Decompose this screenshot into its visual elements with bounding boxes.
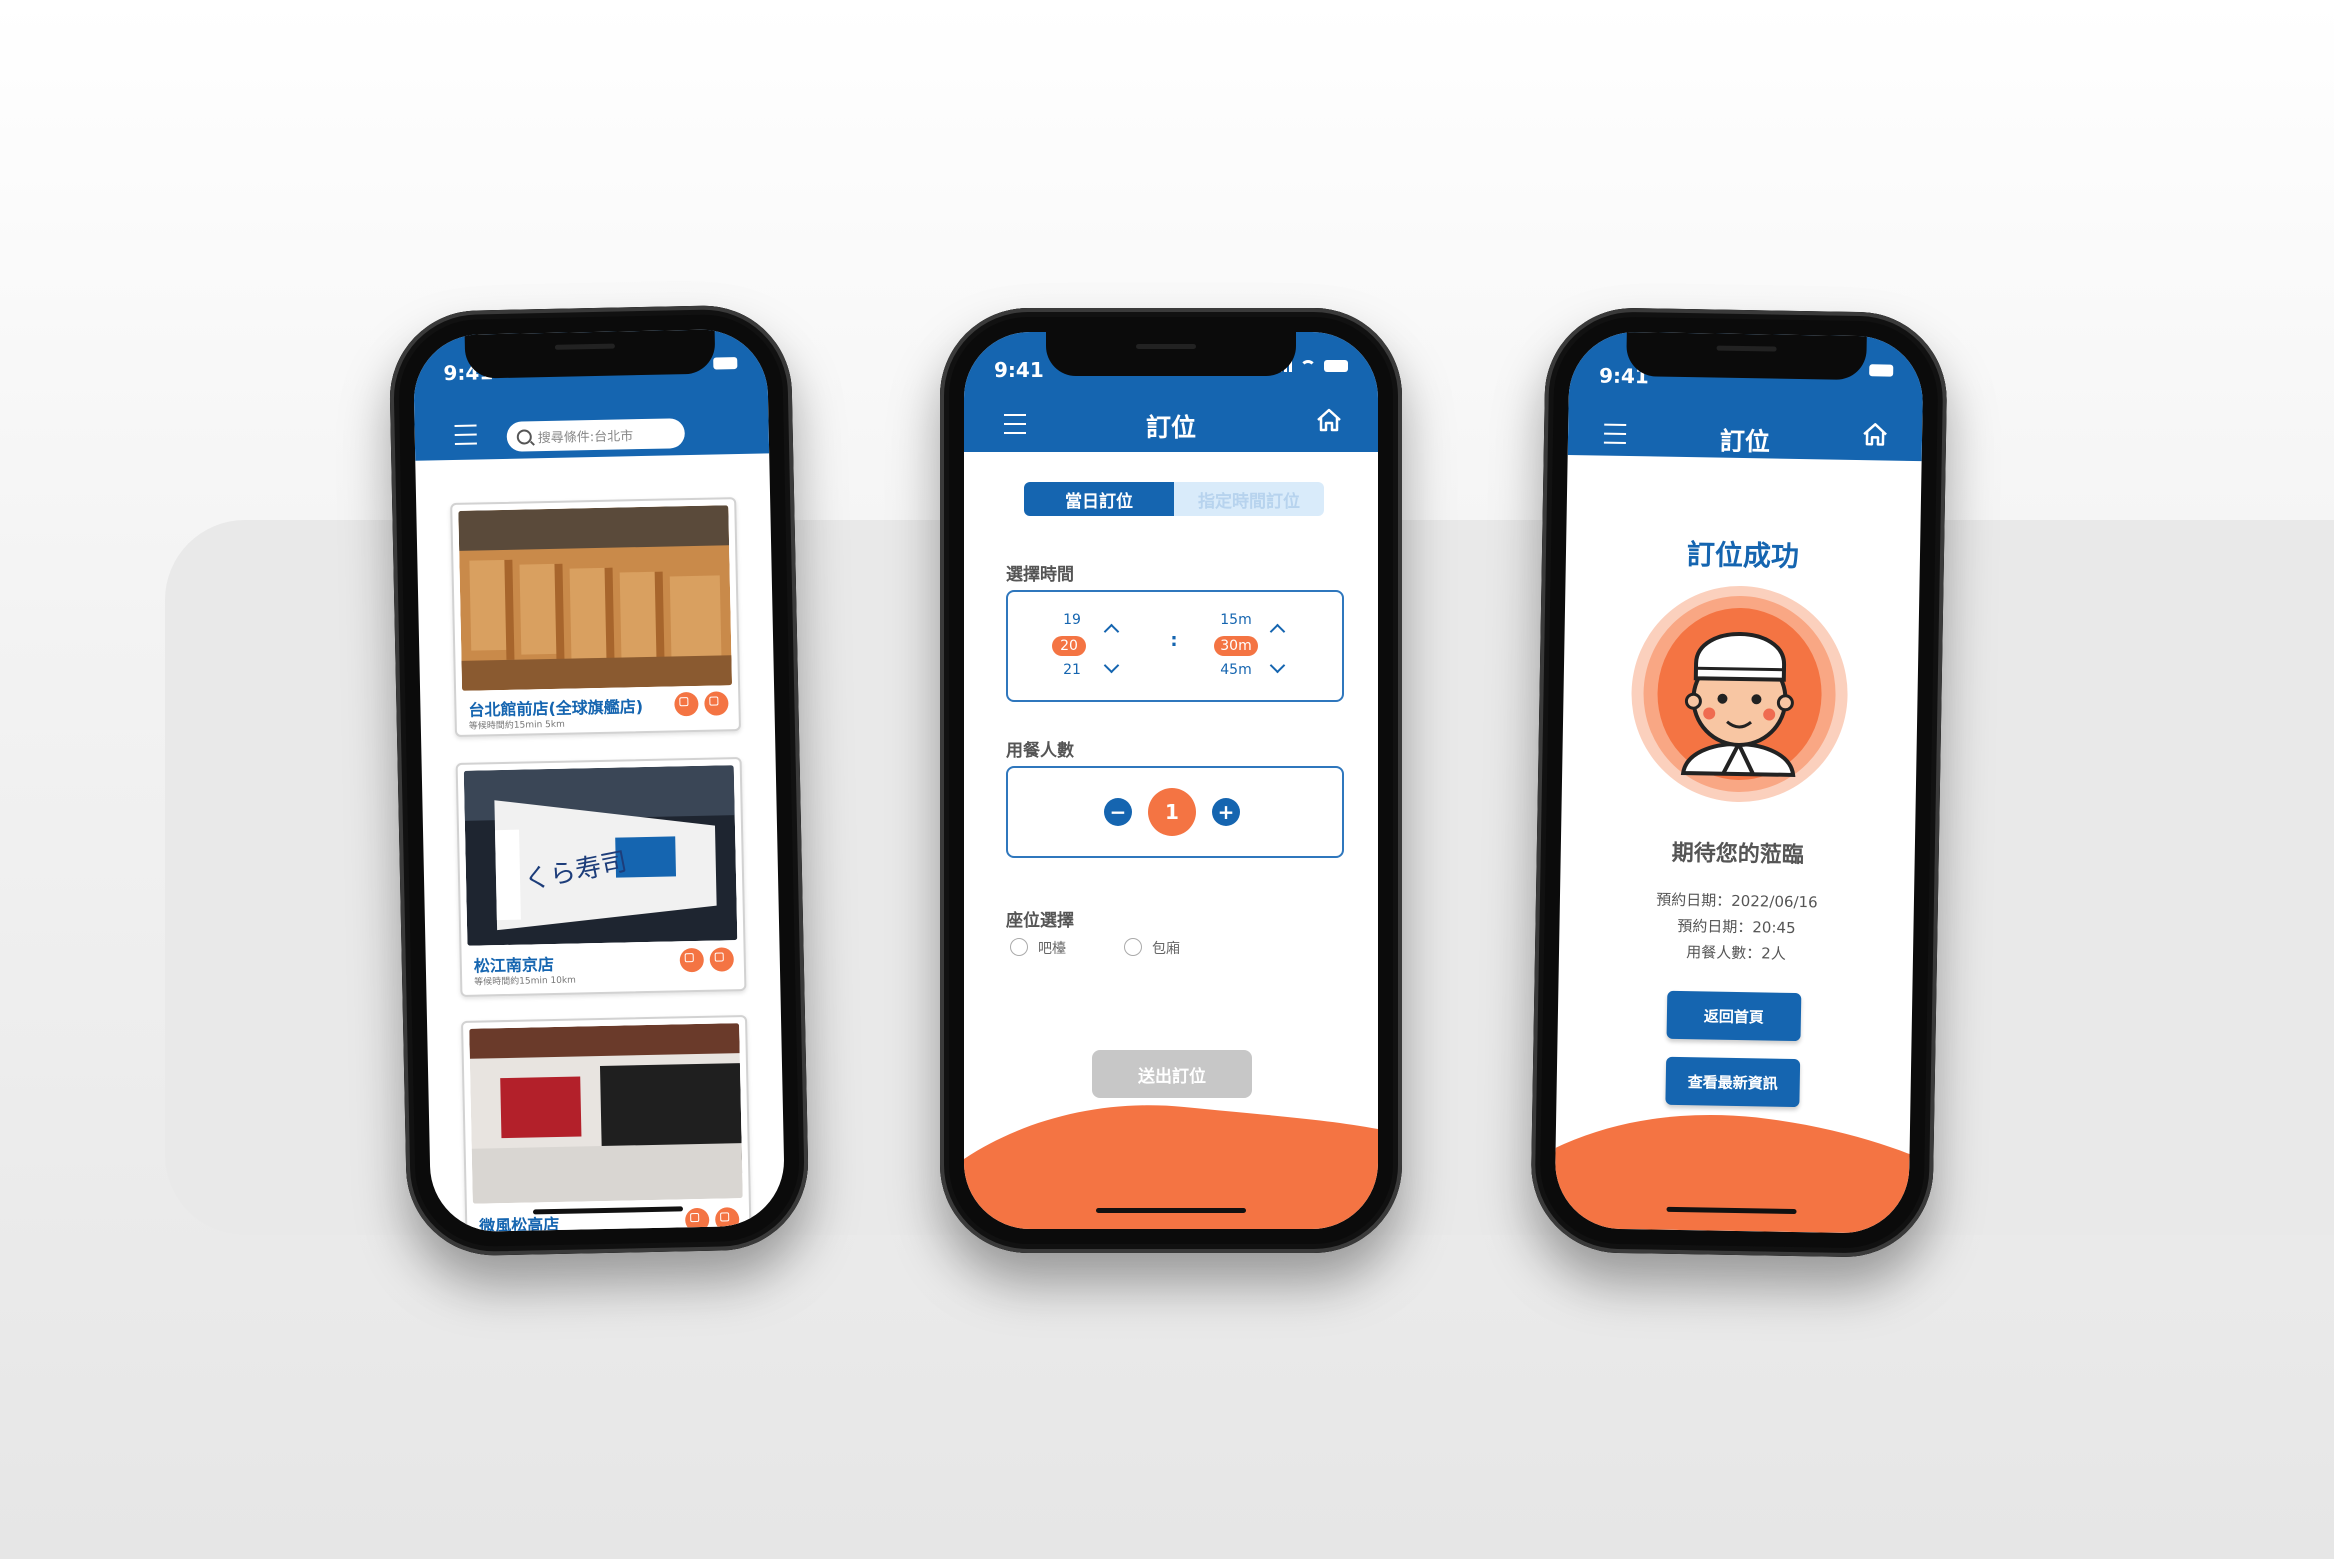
hour-selected[interactable]: 20 [1052, 636, 1086, 656]
success-title: 訂位成功 [1686, 538, 1800, 574]
reservation-date: 預約日期：2022/06/16 [1656, 890, 1818, 912]
seat-label: 座位選擇 [1006, 911, 1074, 931]
minute-next[interactable]: 45m [1216, 662, 1256, 678]
calendar-icon[interactable] [674, 691, 699, 717]
phone-store-list: 搜尋條件:台北市 9:41 台北館前店(全球旗艦店) 等候時間約15min 5k… [388, 303, 810, 1258]
chevron-up-icon[interactable] [1103, 623, 1120, 640]
phone-reservation-success: 訂位 9:41 訂位成功 期待您的蒞臨 預約日期：2022/06/16 預約日期… [1529, 306, 1949, 1259]
reservation-type-tabs: 當日訂位 指定時間訂位 [1024, 482, 1324, 516]
welcome-message: 期待您的蒞臨 [1671, 840, 1804, 869]
battery-icon [1869, 364, 1894, 377]
decorative-wave [1554, 1114, 1910, 1235]
home-icon[interactable] [1316, 408, 1342, 432]
chef-illustration [1631, 585, 1848, 802]
store-info: 等候時間約15min 5km [468, 719, 565, 732]
seat-option-private: 包廂 [1152, 941, 1180, 957]
store-info: 等候時間約15min 10km [474, 975, 577, 988]
tab-same-day[interactable]: 當日訂位 [1024, 482, 1174, 516]
tab-scheduled[interactable]: 指定時間訂位 [1174, 482, 1324, 516]
hour-prev[interactable]: 19 [1052, 612, 1092, 628]
seat-radio-bar[interactable] [1010, 938, 1028, 956]
notch [464, 329, 716, 379]
calendar-icon[interactable] [679, 947, 705, 973]
plus-icon[interactable]: + [1212, 798, 1240, 826]
status-time: 9:41 [994, 358, 1044, 382]
phone-reservation-form: 訂位 9:41 當日訂位 指定時間訂位 選擇時間 19 20 21 : 15m … [940, 308, 1402, 1253]
calendar-icon[interactable] [684, 1207, 710, 1233]
phone-icon[interactable] [709, 947, 735, 972]
chevron-down-icon[interactable] [1269, 657, 1286, 674]
minus-icon[interactable]: − [1104, 798, 1132, 826]
reservation-time: 預約日期：20:45 [1677, 916, 1796, 938]
people-label: 用餐人數 [1006, 741, 1074, 761]
seat-radio-private[interactable] [1124, 938, 1142, 956]
people-count: 1 [1148, 788, 1196, 836]
screen-store-list: 搜尋條件:台北市 9:41 台北館前店(全球旗艦店) 等候時間約15min 5k… [412, 328, 786, 1233]
notch [1046, 332, 1296, 376]
home-indicator [1096, 1208, 1246, 1213]
menu-icon[interactable] [454, 424, 477, 445]
notch [1626, 331, 1867, 381]
battery-icon [713, 357, 738, 370]
store-card[interactable]: 台北館前店(全球旗艦店) 等候時間約15min 5km [450, 497, 741, 738]
back-home-button[interactable]: 返回首頁 [1666, 990, 1802, 1042]
chevron-up-icon[interactable] [1269, 623, 1286, 640]
screen-reservation-form: 訂位 9:41 當日訂位 指定時間訂位 選擇時間 19 20 21 : 15m … [964, 332, 1378, 1229]
store-photo [458, 505, 733, 691]
search-icon [516, 428, 532, 445]
time-label: 選擇時間 [1006, 565, 1074, 585]
store-card[interactable]: くら寿司 松江南京店 等候時間約15min 10km [455, 757, 747, 997]
home-icon[interactable] [1862, 422, 1888, 446]
hour-next[interactable]: 21 [1052, 662, 1092, 678]
minute-selected[interactable]: 30m [1214, 636, 1258, 656]
submit-button[interactable]: 送出訂位 [1092, 1050, 1252, 1098]
minute-prev[interactable]: 15m [1216, 612, 1256, 628]
search-placeholder: 搜尋條件:台北市 [537, 428, 634, 446]
battery-icon [1324, 360, 1348, 372]
search-input[interactable]: 搜尋條件:台北市 [506, 418, 686, 452]
store-card[interactable]: 微風松高店 [461, 1014, 752, 1233]
view-news-button[interactable]: 查看最新資訊 [1665, 1056, 1801, 1108]
wifi-icon [1300, 360, 1316, 372]
people-stepper: − 1 + [1006, 766, 1344, 858]
chevron-down-icon[interactable] [1103, 657, 1120, 674]
time-separator: : [1170, 630, 1178, 651]
phone-icon[interactable] [714, 1207, 740, 1232]
seat-option-bar: 吧檯 [1038, 941, 1066, 957]
store-photo: くら寿司 [463, 765, 738, 946]
phone-icon[interactable] [704, 691, 729, 716]
screen-reservation-success: 訂位 9:41 訂位成功 期待您的蒞臨 預約日期：2022/06/16 預約日期… [1554, 330, 1924, 1235]
time-picker: 19 20 21 : 15m 30m 45m [1006, 590, 1344, 702]
reservation-party-size: 用餐人數：2人 [1686, 943, 1786, 963]
store-photo [469, 1023, 743, 1204]
